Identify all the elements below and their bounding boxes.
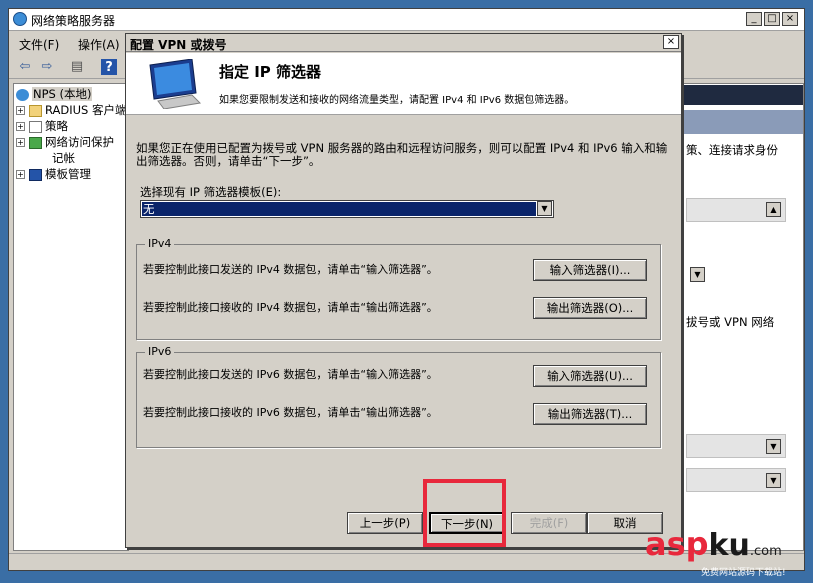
tree-root-label: NPS (本地) (32, 87, 93, 101)
expand-down-icon[interactable]: ▼ (766, 473, 781, 488)
tree-label: RADIUS 客户端 (45, 103, 127, 117)
tree-label: 策略 (45, 119, 68, 133)
minimize-button[interactable]: _ (746, 12, 762, 26)
app-icon (13, 12, 27, 26)
template-selected-value: 无 (142, 202, 536, 216)
ipv6-input-text: 若要控制此接口发送的 IPv6 数据包，请单击“输入筛选器”。 (143, 368, 438, 381)
policy-document-icon (29, 120, 42, 133)
dropdown-arrow-icon[interactable]: ▼ (690, 267, 705, 282)
watermark-brand-red: asp (645, 525, 709, 563)
watermark-logo: aspku.com (645, 527, 782, 569)
back-button[interactable]: 上一步(P) (347, 512, 423, 534)
menu-file[interactable]: 文件(F) (19, 36, 59, 53)
tree-item-nps-root[interactable]: NPS (本地) (16, 86, 93, 102)
ipv6-legend: IPv6 (145, 345, 175, 358)
tree-item-accounting[interactable]: 记帐 (52, 150, 75, 166)
console-tree: NPS (本地) + RADIUS 客户端 + 策略 + 网络访问保护 记帐 + 模板管… (13, 83, 129, 551)
expand-down-icon[interactable]: ▼ (766, 439, 781, 454)
tree-label: 模板管理 (45, 167, 91, 181)
back-arrow-icon[interactable]: ⇦ (15, 57, 35, 77)
tree-item-policies[interactable]: + 策略 (16, 118, 68, 134)
ipv6-input-filter-button[interactable]: 输入筛选器(U)... (533, 365, 647, 387)
tree-item-radius-clients[interactable]: + RADIUS 客户端 (16, 102, 127, 118)
main-window-title: 网络策略服务器 (31, 14, 116, 28)
dialog-header-title: 指定 IP 筛选器 (219, 63, 322, 81)
dialog-header-desc: 如果您要限制发送和接收的网络流量类型，请配置 IPv4 和 IPv6 数据包筛选… (219, 95, 575, 106)
template-select[interactable]: 无 ▼ (140, 200, 554, 218)
maximize-button[interactable]: □ (764, 12, 780, 26)
menu-action[interactable]: 操作(A) (78, 36, 120, 53)
monitor-icon (149, 59, 202, 109)
nps-server-icon (16, 88, 29, 101)
collapse-up-icon[interactable]: ▲ (766, 202, 781, 217)
expand-icon[interactable]: + (16, 170, 25, 179)
details-text-2: 拔号或 VPN 网络 (686, 315, 775, 329)
tree-item-nap[interactable]: + 网络访问保护 (16, 134, 114, 150)
site-watermark: aspku.com 免费网站源码下载站! (645, 527, 810, 581)
expand-icon[interactable]: + (16, 122, 25, 131)
ipv4-input-filter-button[interactable]: 输入筛选器(I)... (533, 259, 647, 281)
ipv4-group: IPv4 若要控制此接口发送的 IPv4 数据包，请单击“输入筛选器”。 输入筛… (136, 237, 661, 340)
dialog-close-button[interactable]: × (663, 35, 679, 49)
ipv6-group: IPv6 若要控制此接口发送的 IPv6 数据包，请单击“输入筛选器”。 输入筛… (136, 345, 661, 448)
details-subheader (682, 110, 803, 134)
dialog-header: 指定 IP 筛选器 如果您要限制发送和接收的网络流量类型，请配置 IPv4 和 … (126, 53, 681, 115)
ipv4-output-text: 若要控制此接口接收的 IPv4 数据包，请单击“输出筛选器”。 (143, 301, 438, 314)
chevron-down-icon[interactable]: ▼ (537, 201, 552, 216)
ipv6-output-filter-button[interactable]: 输出筛选器(T)... (533, 403, 647, 425)
dialog-title: 配置 VPN 或拨号 (130, 38, 227, 52)
dialog-titlebar: 配置 VPN 或拨号 × (126, 34, 681, 52)
highlight-annotation-box (423, 479, 506, 547)
nap-shield-icon (29, 136, 42, 149)
watermark-brand-dark: ku (708, 528, 750, 563)
main-titlebar: 网络策略服务器 _ □ × (9, 9, 804, 31)
details-text-1: 策、连接请求身份 (686, 143, 778, 157)
close-button[interactable]: × (782, 12, 798, 26)
help-icon[interactable]: ? (101, 59, 117, 75)
details-header-band (682, 85, 803, 105)
tree-label: 网络访问保护 (45, 135, 114, 149)
forward-arrow-icon[interactable]: ⇨ (37, 57, 57, 77)
dialog-intro-text: 如果您正在使用已配置为拨号或 VPN 服务器的路由和远程访问服务，则可以配置 I… (136, 141, 668, 168)
tree-item-templates[interactable]: + 模板管理 (16, 166, 91, 182)
ipv4-legend: IPv4 (145, 237, 175, 250)
ipv4-output-filter-button[interactable]: 输出筛选器(O)... (533, 297, 647, 319)
expand-icon[interactable]: + (16, 106, 25, 115)
watermark-suffix: .com (749, 544, 782, 559)
watermark-tagline: 免费网站源码下载站! (701, 568, 786, 578)
template-icon (29, 168, 42, 181)
ipv4-input-text: 若要控制此接口发送的 IPv4 数据包，请单击“输入筛选器”。 (143, 263, 438, 276)
template-label: 选择现有 IP 筛选器模板(E): (140, 185, 282, 199)
show-hide-tree-icon[interactable]: ▤ (67, 57, 87, 77)
ipv6-output-text: 若要控制此接口接收的 IPv6 数据包，请单击“输出筛选器”。 (143, 406, 438, 419)
tree-label: 记帐 (52, 151, 75, 165)
folder-icon (29, 104, 42, 117)
expand-icon[interactable]: + (16, 138, 25, 147)
finish-button: 完成(F) (511, 512, 587, 534)
vpn-wizard-dialog: 配置 VPN 或拨号 × 指定 IP 筛选器 如果您要限制发送和接收的网络流量类… (125, 33, 682, 548)
details-pane: 策、连接请求身份 ▲ ▼ 拔号或 VPN 网络 ▼ ▼ (681, 83, 804, 551)
